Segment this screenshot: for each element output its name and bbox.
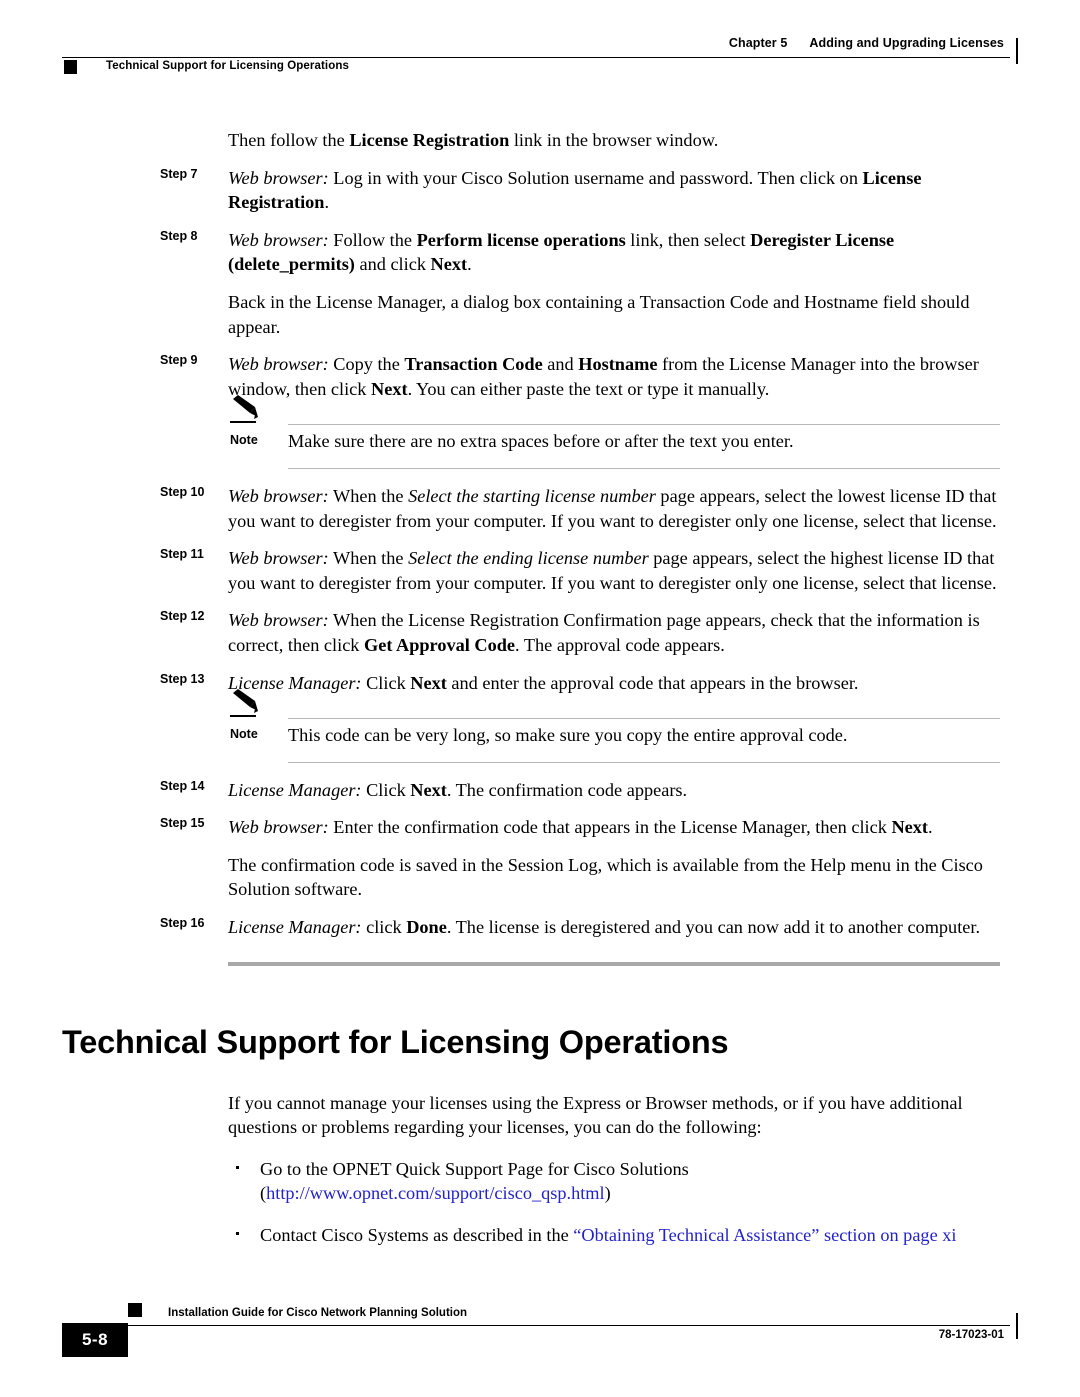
pencil-icon [230, 395, 270, 429]
step-label: Step 15 [160, 816, 205, 831]
header-section-title: Technical Support for Licensing Operatio… [106, 60, 349, 72]
step-block: Step 7 Web browser: Log in with your Cis… [0, 166, 1080, 215]
intro-paragraph-block: Then follow the License Registration lin… [0, 128, 1080, 153]
bullet-dot-icon [236, 1165, 239, 1169]
header-rule [62, 57, 1010, 58]
step-text: License Manager: Click Next and enter th… [228, 672, 859, 693]
step-text: Web browser: When the Select the ending … [228, 548, 997, 593]
note-rule-top [288, 718, 1000, 720]
pencil-icon [230, 689, 270, 723]
step-role: Web browser: [228, 610, 329, 631]
step-block: Step 10 Web browser: When the Select the… [0, 484, 1080, 533]
intro-text-before: Then follow the [228, 130, 350, 150]
header-chapter-title: Adding and Upgrading Licenses [809, 36, 1004, 50]
step-role: Web browser: [228, 167, 329, 188]
step-role: Web browser: [228, 229, 329, 250]
step-block: Step 16 License Manager: click Done. The… [0, 915, 1080, 940]
step-role: Web browser: [228, 485, 329, 506]
page-content: Then follow the License Registration lin… [0, 128, 1080, 1265]
step-block: Step 9 Web browser: Copy the Transaction… [0, 352, 1080, 401]
opnet-support-link[interactable]: http://www.opnet.com/support/cisco_qsp.h… [266, 1183, 605, 1203]
header-chapter-number: Chapter 5 [728, 36, 788, 50]
obtaining-technical-assistance-link[interactable]: “Obtaining Technical Assistance” section… [573, 1225, 956, 1245]
step-block: Step 15 Web browser: Enter the confirmat… [0, 815, 1080, 840]
intro-text-after: link in the browser window. [509, 130, 719, 150]
step-label: Step 8 [160, 228, 198, 243]
step-text: Web browser: Copy the Transaction Code a… [228, 354, 979, 399]
step-label: Step 7 [160, 166, 198, 181]
step-role: Web browser: [228, 817, 329, 838]
step-text: Web browser: Follow the Perform license … [228, 229, 895, 275]
step-text: Web browser: Enter the confirmation code… [228, 817, 933, 838]
footer-document-title: Installation Guide for Cisco Network Pla… [168, 1307, 468, 1319]
header-endcap [1016, 38, 1018, 64]
paren-close: ) [604, 1183, 611, 1204]
paragraph-block: Back in the License Manager, a dialog bo… [0, 290, 1080, 339]
step-label: Step 12 [160, 609, 205, 624]
note-block: Note This code can be very long, so make… [0, 689, 1080, 763]
step-label: Step 9 [160, 353, 198, 368]
step-block: Step 11 Web browser: When the Select the… [0, 546, 1080, 595]
paragraph-after-step8: Back in the License Manager, a dialog bo… [228, 291, 970, 337]
paragraph-after-step15: The confirmation code is saved in the Se… [228, 854, 983, 900]
note-label: Note [230, 727, 258, 742]
list-item: Contact Cisco Systems as described in th… [228, 1223, 1000, 1248]
header-chapter-info: Chapter 5 Adding and Upgrading Licenses [729, 36, 1004, 50]
note-rule-bottom [288, 467, 1000, 469]
page-number-badge: 5-8 [62, 1323, 128, 1357]
footer-endcap [1016, 1313, 1018, 1339]
section-divider [228, 961, 1000, 966]
bullet-dot-icon [236, 1232, 239, 1236]
support-options-list: Go to the OPNET Quick Support Page for C… [228, 1157, 1000, 1248]
step-role: License Manager: [228, 917, 362, 938]
step-text: License Manager: click Done. The license… [228, 917, 981, 938]
section-intro-paragraph: If you cannot manage your licenses using… [228, 1092, 963, 1138]
paragraph-block: The confirmation code is saved in the Se… [0, 853, 1080, 902]
step-text: Web browser: When the License Registrati… [228, 610, 980, 655]
step-block: Step 14 License Manager: Click Next. The… [0, 778, 1080, 803]
step-label: Step 14 [160, 778, 205, 793]
note-block: Note Make sure there are no extra spaces… [0, 395, 1080, 469]
step-block: Step 8 Web browser: Follow the Perform l… [0, 228, 1080, 277]
intro-paragraph: Then follow the License Registration lin… [228, 128, 1000, 153]
step-role: Web browser: [228, 354, 329, 375]
footer-rule [128, 1325, 1010, 1326]
step-text: Web browser: When the Select the startin… [228, 485, 997, 531]
note-label: Note [230, 433, 258, 448]
page-footer: Installation Guide for Cisco Network Pla… [62, 1301, 1018, 1361]
header-square-marker-icon [64, 60, 77, 74]
intro-bold-link-name: License Registration [349, 130, 510, 150]
footer-square-marker-icon [128, 1303, 142, 1317]
footer-document-number: 78-17023-01 [938, 1329, 1004, 1341]
step-label: Step 10 [160, 484, 205, 499]
list-item-text: Go to the OPNET Quick Support Page for C… [260, 1158, 689, 1179]
list-item-text: Contact Cisco Systems as described in th… [260, 1225, 574, 1246]
step-block: Step 12 Web browser: When the License Re… [0, 608, 1080, 657]
page-header: Chapter 5 Adding and Upgrading Licenses T… [62, 36, 1018, 80]
step-label: Step 13 [160, 671, 205, 686]
step-role: Web browser: [228, 548, 329, 569]
step-text: License Manager: Click Next. The confirm… [228, 779, 688, 800]
list-item: Go to the OPNET Quick Support Page for C… [228, 1157, 1000, 1206]
note-rule-bottom [288, 761, 1000, 763]
step-label: Step 11 [160, 547, 204, 562]
note-rule-top [288, 424, 1000, 426]
step-text: Web browser: Log in with your Cisco Solu… [228, 167, 922, 213]
step-label: Step 16 [160, 916, 205, 931]
step-role: License Manager: [228, 779, 362, 800]
page-title: Technical Support for Licensing Operatio… [62, 1023, 729, 1060]
step-block: Step 13 License Manager: Click Next and … [0, 671, 1080, 696]
